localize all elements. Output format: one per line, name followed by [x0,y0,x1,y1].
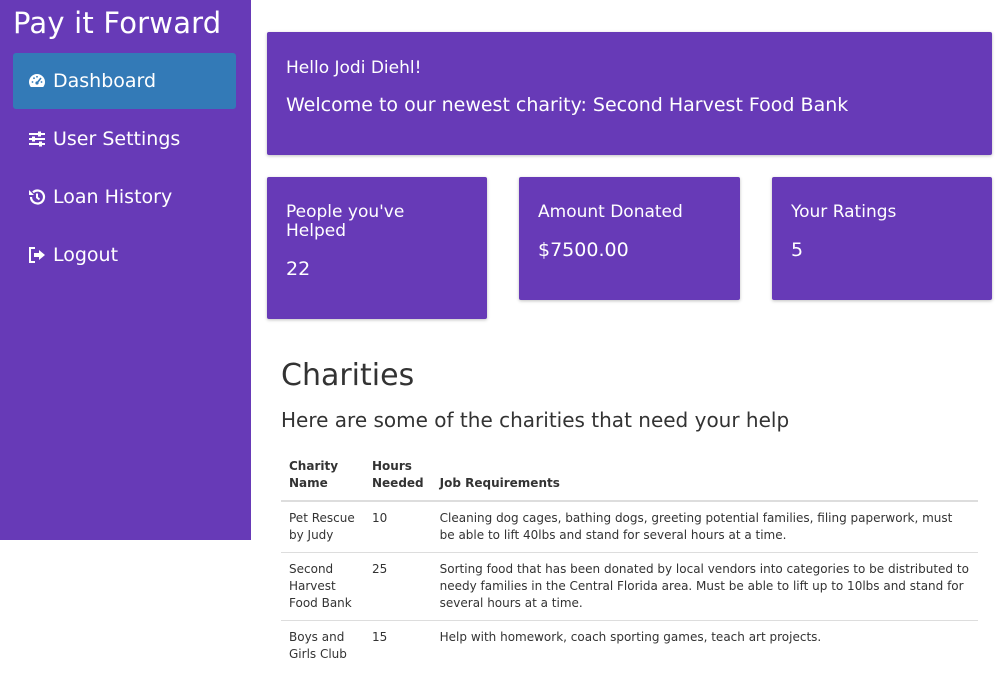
ratings-card: Your Ratings 5 [772,177,992,300]
newest-charity-text: Welcome to our newest charity: Second Ha… [286,94,849,116]
column-header-job-requirements: Job Requirements [431,453,978,502]
sidebar: Pay it Forward Dashboard User Settings L… [0,0,251,540]
welcome-card: Hello Jodi Diehl! Welcome to our newest … [267,32,992,155]
sliders-icon [27,129,47,149]
stat-value: 5 [791,239,804,261]
amount-donated-card: Amount Donated $7500.00 [519,177,740,300]
sidebar-item-dashboard[interactable]: Dashboard [13,53,236,109]
column-header-charity-name: Charity Name [281,453,364,502]
dashboard-icon [27,71,47,91]
table-row: Boys and Girls Club 15 Help with homewor… [281,620,978,671]
column-header-hours-needed: Hours Needed [364,453,432,502]
sidebar-item-loan-history[interactable]: Loan History [13,169,236,225]
job-requirements-cell: Help with homework, coach sporting games… [431,620,978,671]
hours-needed-cell: 25 [364,552,432,621]
stat-label: People you've Helped [286,202,405,241]
job-requirements-cell: Cleaning dog cages, bathing dogs, greeti… [439,511,953,542]
charities-subheading: Here are some of the charities that need… [281,408,790,432]
sidebar-item-user-settings[interactable]: User Settings [13,111,236,167]
table-row: Pet Rescue by Judy 10 Cleaning dog cages… [281,501,978,553]
charity-name-cell: Boys and Girls Club [281,620,364,671]
stat-value: $7500.00 [538,239,629,261]
sidebar-item-logout[interactable]: Logout [13,227,236,283]
table-header-row: Charity Name Hours Needed Job Requiremen… [281,453,978,502]
sidebar-item-label: Dashboard [53,70,157,92]
charity-name-cell: Second Harvest Food Bank [281,552,364,621]
hours-needed-cell: 10 [372,511,388,525]
charities-table: Charity Name Hours Needed Job Requiremen… [281,453,978,671]
sidebar-item-label: Loan History [53,186,173,208]
stat-label: Amount Donated [538,202,683,222]
charities-heading: Charities [281,358,415,393]
charity-name-cell: Pet Rescue by Judy [289,511,355,542]
app-title: Pay it Forward [13,6,222,40]
table-row: Second Harvest Food Bank 25 Sorting food… [281,552,978,621]
stat-label: Your Ratings [791,202,897,222]
job-requirements-cell: Sorting food that has been donated by lo… [431,552,978,621]
people-helped-card: People you've Helped 22 [267,177,487,319]
hours-needed-cell: 15 [364,620,432,671]
history-icon [27,187,47,207]
logout-icon [27,245,47,265]
greeting-text: Hello Jodi Diehl! [286,58,422,78]
sidebar-item-label: Logout [53,244,119,266]
sidebar-item-label: User Settings [53,128,181,150]
stat-value: 22 [286,258,311,280]
